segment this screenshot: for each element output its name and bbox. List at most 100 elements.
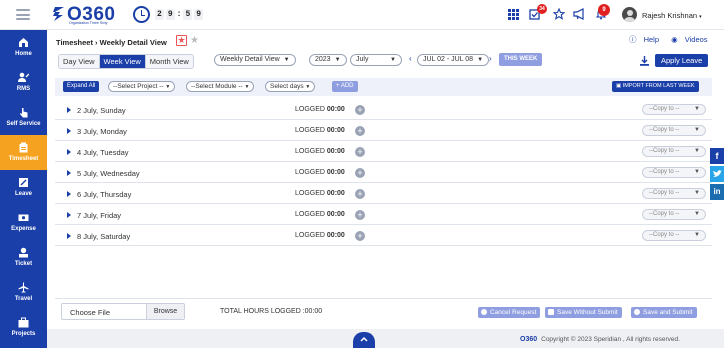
- days-select[interactable]: Select days ▼: [265, 81, 316, 92]
- travel-icon: [18, 282, 29, 293]
- copy-to-select[interactable]: --Copy to -- ▼: [642, 230, 706, 241]
- add-entry-icon[interactable]: +: [355, 189, 365, 199]
- chevron-down-icon: ▼: [694, 127, 700, 133]
- save-and-submit-button[interactable]: Save and Submit: [631, 307, 697, 318]
- expand-caret-icon[interactable]: [67, 107, 71, 113]
- sidebar-item-rms[interactable]: RMS: [0, 65, 47, 100]
- star-icon[interactable]: [552, 7, 566, 22]
- day-label[interactable]: 2 July, Sunday: [77, 106, 126, 115]
- notifications-badge: 9: [598, 4, 610, 16]
- copy-to-select[interactable]: --Copy to -- ▼: [642, 167, 706, 178]
- import-from-last-week-button[interactable]: ▣ IMPORT FROM LAST WEEK: [612, 81, 699, 92]
- chevron-down-icon: ▼: [477, 57, 484, 63]
- day-label[interactable]: 7 July, Friday: [77, 211, 121, 220]
- tab-week-view[interactable]: Week View: [99, 55, 146, 68]
- sidebar-item-timesheet[interactable]: Timesheet: [0, 135, 47, 170]
- prev-week-arrow-icon[interactable]: ‹: [409, 54, 412, 63]
- expand-caret-icon[interactable]: [67, 128, 71, 134]
- project-select[interactable]: --Select Project -- ▼: [108, 81, 176, 92]
- copy-to-select[interactable]: --Copy to -- ▼: [642, 188, 706, 199]
- copy-to-select[interactable]: --Copy to -- ▼: [642, 104, 706, 115]
- add-entry-icon[interactable]: +: [355, 168, 365, 178]
- expand-caret-icon[interactable]: [67, 149, 71, 155]
- sidebar-item-projects[interactable]: Projects: [0, 310, 47, 345]
- add-entry-icon[interactable]: +: [355, 231, 365, 241]
- module-select[interactable]: --Select Module -- ▼: [186, 81, 255, 92]
- logged-hours: LOGGED 00:00: [295, 211, 345, 218]
- add-entry-icon[interactable]: +: [355, 210, 365, 220]
- self-service-icon: [20, 108, 28, 118]
- videos-link[interactable]: ◉ Videos: [671, 35, 712, 44]
- timesheet-footer: Choose File Browse TOTAL HOURS LOGGED :0…: [55, 298, 712, 322]
- sidebar-item-self-service[interactable]: Self Service: [0, 100, 47, 135]
- expense-icon: [18, 214, 29, 221]
- month-select[interactable]: July ▼: [350, 54, 402, 66]
- copy-to-select[interactable]: --Copy to -- ▼: [642, 209, 706, 220]
- favorite-star-icon[interactable]: ★: [176, 35, 187, 46]
- apply-leave-button[interactable]: Apply Leave: [655, 54, 709, 67]
- filter-bar: Expand All --Select Project -- ▼ --Selec…: [55, 78, 712, 96]
- add-entry-icon[interactable]: +: [355, 126, 365, 136]
- logo-tagline: Organization Three Sixty: [69, 21, 108, 25]
- help-link[interactable]: ⓘ Help: [629, 35, 664, 44]
- expand-caret-icon[interactable]: [67, 191, 71, 197]
- this-week-button[interactable]: THIS WEEK: [499, 53, 543, 66]
- expand-caret-icon[interactable]: [67, 170, 71, 176]
- sidebar-item-travel[interactable]: Travel: [0, 275, 47, 310]
- import-icon: ▣: [616, 83, 622, 89]
- next-week-arrow-icon[interactable]: ›: [489, 54, 492, 63]
- chevron-down-icon: ▼: [244, 84, 250, 90]
- sidebar-item-expense[interactable]: Expense: [0, 205, 47, 240]
- file-upload[interactable]: Choose File Browse: [61, 303, 185, 320]
- twitter-icon[interactable]: [710, 166, 724, 182]
- sidebar-item-ticket[interactable]: Ticket: [0, 240, 47, 275]
- menu-icon[interactable]: [16, 9, 30, 20]
- day-label[interactable]: 6 July, Thursday: [77, 190, 131, 199]
- sidebar-item-leave[interactable]: Leave: [0, 170, 47, 205]
- user-avatar-icon[interactable]: [622, 7, 637, 22]
- main-content: Timesheet › Weekly Detail View ★ ★ ⓘ Hel…: [47, 30, 724, 348]
- expand-caret-icon[interactable]: [67, 212, 71, 218]
- add-button[interactable]: + ADD: [332, 81, 358, 92]
- user-menu[interactable]: Rajesh Krishnan ▾: [642, 11, 702, 20]
- browse-button[interactable]: Browse: [146, 304, 184, 319]
- chevron-down-icon: ▼: [305, 84, 311, 90]
- scroll-to-top-button[interactable]: [353, 332, 375, 348]
- view-tabs: Day View Week View Month View: [58, 54, 194, 69]
- megaphone-icon[interactable]: [573, 8, 586, 22]
- logged-hours: LOGGED 00:00: [295, 127, 345, 134]
- copy-to-select[interactable]: --Copy to -- ▼: [642, 146, 706, 157]
- sidebar-item-home[interactable]: Home: [0, 30, 47, 65]
- linkedin-icon[interactable]: in: [710, 184, 724, 200]
- download-icon[interactable]: [640, 56, 649, 66]
- add-entry-icon[interactable]: +: [355, 105, 365, 115]
- logged-hours: LOGGED 00:00: [295, 106, 345, 113]
- chevron-down-icon: ▼: [283, 57, 290, 63]
- year-select[interactable]: 2023 ▼: [309, 54, 347, 66]
- day-label[interactable]: 5 July, Wednesday: [77, 169, 140, 178]
- day-label[interactable]: 3 July, Monday: [77, 127, 127, 136]
- expand-caret-icon[interactable]: [67, 233, 71, 239]
- expand-all-button[interactable]: Expand All: [63, 81, 100, 92]
- star-outline-icon[interactable]: ★: [190, 35, 199, 46]
- chevron-down-icon: ▼: [694, 148, 700, 154]
- cancel-request-button[interactable]: Cancel Request: [478, 307, 541, 318]
- chevron-down-icon: ▼: [165, 84, 171, 90]
- view-type-select[interactable]: Weekly Detail View ▼: [214, 54, 296, 66]
- chevron-down-icon: ▼: [390, 57, 396, 63]
- check-circle-icon: [634, 308, 640, 315]
- copy-to-select[interactable]: --Copy to -- ▼: [642, 125, 706, 136]
- apps-grid-icon[interactable]: [508, 9, 520, 20]
- question-circle-icon: ⓘ: [629, 35, 637, 44]
- tab-day-view[interactable]: Day View: [59, 55, 100, 68]
- day-label[interactable]: 4 July, Tuesday: [77, 148, 129, 157]
- save-without-submit-button[interactable]: Save Without Submit: [545, 307, 622, 318]
- chevron-down-icon: ▼: [694, 211, 700, 217]
- day-label[interactable]: 8 July, Saturday: [77, 232, 130, 241]
- clock-icon: [133, 6, 150, 23]
- tab-month-view[interactable]: Month View: [145, 55, 193, 68]
- add-entry-icon[interactable]: +: [355, 147, 365, 157]
- week-range-select[interactable]: JUL 02 - JUL 08 ▼: [417, 54, 490, 66]
- chevron-down-icon: ▼: [694, 106, 700, 112]
- facebook-icon[interactable]: f: [710, 148, 724, 164]
